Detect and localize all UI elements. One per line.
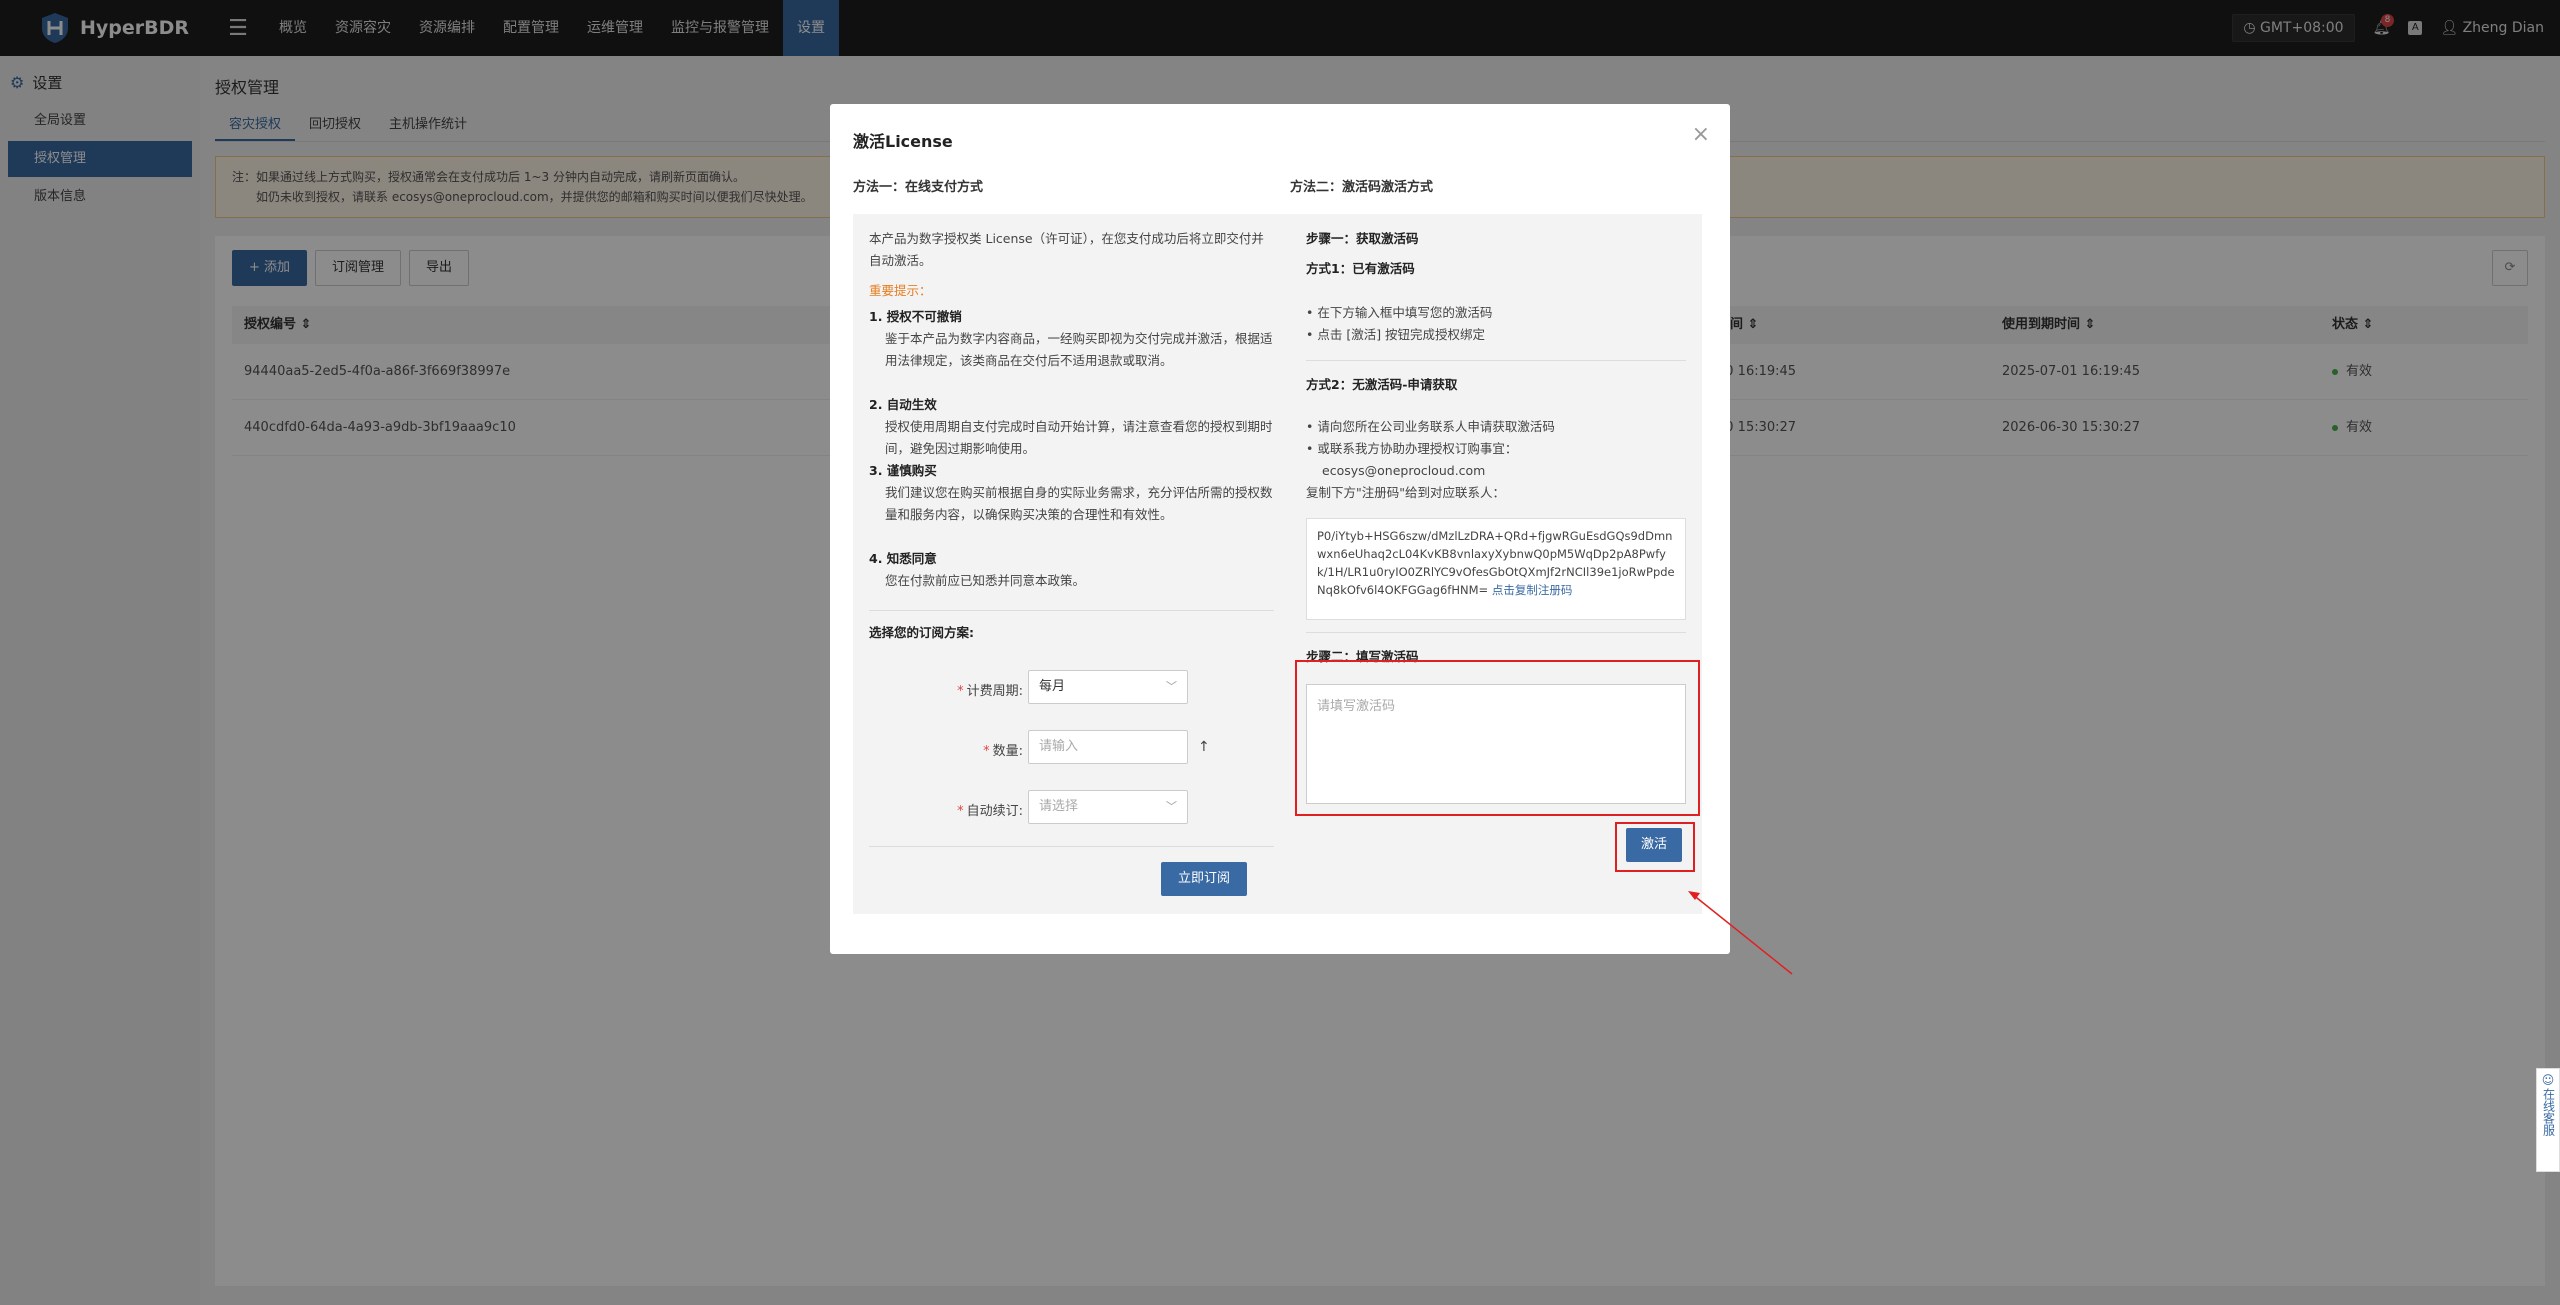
divider [1306,632,1686,633]
quantity-up-icon[interactable]: ↑ [1198,736,1210,758]
activate-license-modal: 激活License × 方法一：在线支付方式 方法二：激活码激活方式 本产品为数… [830,104,1730,954]
copy-code-link[interactable]: 点击复制注册码 [1492,583,1573,597]
copy-hint: 复制下方"注册码"给到对应联系人： [1306,485,1505,500]
way-one-title: 方式1：已有激活码 [1306,261,1415,276]
divider [1306,360,1686,361]
method-two-title: 方法二：激活码激活方式 [1290,180,1434,195]
point-body: 授权使用周期自支付完成时自动开始计算，请注意查看您的授权到期时间，避免因过期影响… [885,419,1273,456]
plan-heading: 选择您的订阅方案: [869,625,974,640]
point-body: 鉴于本产品为数字内容商品，一经购买即视为交付完成并激活，根据适用法律规定，该类商… [885,331,1273,368]
point-title: 2. 自动生效 [869,397,937,412]
way-two-item: • 请向您所在公司业务联系人申请获取激活码 [1306,419,1555,434]
intro-text: 本产品为数字授权类 License（许可证），在您支付成功后将立即交付并自动激活… [869,231,1264,268]
important-label: 重要提示： [869,283,932,298]
highlight-box [1295,660,1700,816]
point-title: 4. 知悉同意 [869,551,937,566]
quantity-label: * 数量: [983,744,1023,759]
point-title: 3. 谨慎购买 [869,463,937,478]
point-body: 您在付款前应已知悉并同意本政策。 [885,573,1086,588]
highlight-box [1615,822,1695,872]
method-one-title: 方法一：在线支付方式 [853,180,984,195]
divider [869,846,1274,847]
period-label: * 计费周期: [957,684,1023,699]
quantity-input[interactable]: 请输入 [1028,730,1188,764]
auto-renew-label: * 自动续订: [957,804,1023,819]
period-select[interactable]: 每月 ﹀ [1028,670,1188,704]
divider [869,610,1274,611]
online-payment-card: 本产品为数字授权类 License（许可证），在您支付成功后将立即交付并自动激活… [853,214,1290,914]
close-icon[interactable]: × [1692,122,1710,147]
point-body: 我们建议您在购买前根据自身的实际业务需求，充分评估所需的授权数量和服务内容，以确… [885,485,1273,522]
chevron-down-icon: ﹀ [1166,800,1177,813]
step-one-label: 步骤一：获取激活码 [1306,231,1419,246]
way-one-item: • 点击 [激活] 按钮完成授权绑定 [1306,327,1486,342]
registration-code-box: P0/iYtyb+HSG6szw/dMzlLzDRA+QRd+fjgwRGuEs… [1306,518,1686,620]
headset-icon: ☺ [2541,1073,2555,1087]
way-two-item: • 或联系我方协助办理授权订购事宜： [1306,441,1518,456]
point-title: 1. 授权不可撤销 [869,309,962,324]
online-service-float[interactable]: ☺ 在线客服 [2536,1068,2560,1172]
auto-renew-select[interactable]: 请选择 ﹀ [1028,790,1188,824]
modal-title: 激活License [853,132,953,151]
way-one-item: • 在下方输入框中填写您的激活码 [1306,305,1493,320]
chevron-down-icon: ﹀ [1166,680,1177,693]
way-two-title: 方式2：无激活码-申请获取 [1306,377,1458,392]
subscribe-button[interactable]: 立即订阅 [1161,862,1248,896]
online-service-label: 在线客服 [2541,1088,2556,1136]
contact-email: ecosys@oneprocloud.com [1322,463,1486,478]
